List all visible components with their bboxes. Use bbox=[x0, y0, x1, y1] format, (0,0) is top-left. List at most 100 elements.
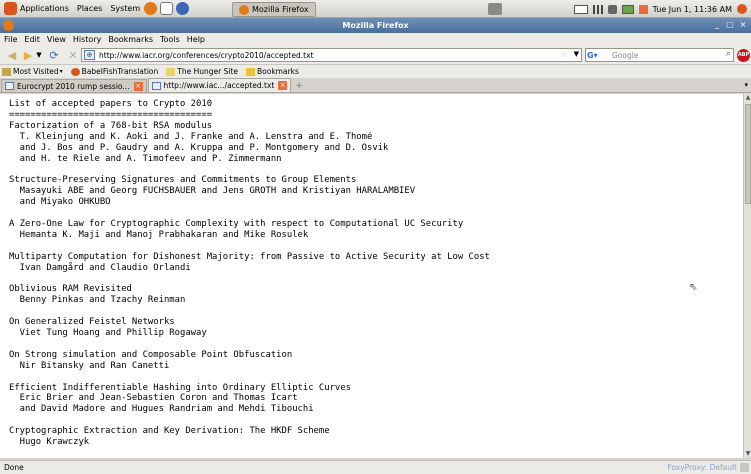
bookmark-label: Most Visited bbox=[13, 67, 59, 76]
search-input[interactable]: Google bbox=[612, 51, 638, 60]
places-menu[interactable]: Places bbox=[73, 0, 106, 18]
url-text[interactable]: http://www.iacr.org/conferences/crypto20… bbox=[99, 51, 313, 60]
document-line: and J. Bos and P. Gaudry and A. Kruppa a… bbox=[9, 142, 389, 153]
clock[interactable]: Tue Jun 1, 11:36 AM bbox=[653, 5, 732, 14]
status-bar: Done FoxyProxy: Default bbox=[0, 460, 751, 474]
document-line: Structure-Preserving Signatures and Comm… bbox=[9, 175, 357, 186]
bookmark-label: BabelFishTranslation bbox=[81, 67, 159, 76]
babelfish-icon bbox=[70, 67, 80, 76]
adblock-plus-icon[interactable]: ABP bbox=[737, 49, 750, 62]
url-dropdown-icon[interactable]: ▼ bbox=[574, 50, 579, 58]
mouse-pointer-icon: ⇖ bbox=[689, 282, 698, 293]
document-line: Factorization of a 768-bit RSA modulus bbox=[9, 120, 213, 131]
scroll-up-icon[interactable]: ▲ bbox=[744, 94, 751, 102]
bookmark-hunger-site[interactable]: The Hunger Site bbox=[166, 67, 238, 76]
document-line: Multiparty Computation for Dishonest Maj… bbox=[9, 251, 490, 262]
resize-grip-icon[interactable] bbox=[740, 463, 749, 472]
menubar: File Edit View History Bookmarks Tools H… bbox=[0, 33, 751, 46]
navigation-toolbar: ◀ ▶ ▼ ⟳ ✕ ⌂ ⊕ http://www.iacr.org/confer… bbox=[0, 46, 751, 65]
mail-icon[interactable] bbox=[573, 4, 588, 14]
document-text: List of accepted papers to Crypto 2010 =… bbox=[0, 94, 743, 448]
page-favicon-icon: ⊕ bbox=[84, 50, 95, 60]
tab-strip: Eurocrypt 2010 rump sessio... × http://w… bbox=[0, 78, 751, 93]
vertical-scrollbar[interactable]: ▲ ▼ bbox=[743, 94, 751, 458]
close-icon[interactable]: × bbox=[738, 20, 748, 30]
document-line: List of accepted papers to Crypto 2010 bbox=[9, 99, 213, 109]
bookmark-babelfish[interactable]: BabelFishTranslation bbox=[70, 67, 159, 76]
bookmark-bookmarks[interactable]: Bookmarks bbox=[246, 67, 299, 76]
applications-menu[interactable]: Applications bbox=[0, 0, 73, 18]
network-signal-icon[interactable] bbox=[592, 4, 603, 14]
calendar-icon[interactable] bbox=[638, 4, 648, 14]
bookmark-most-visited[interactable]: Most Visited ▾ bbox=[2, 67, 63, 76]
volume-icon[interactable] bbox=[607, 4, 617, 14]
tab-favicon-icon bbox=[151, 81, 161, 90]
tab-label: Eurocrypt 2010 rump sessio... bbox=[17, 81, 130, 91]
new-tab-button[interactable]: + bbox=[292, 79, 306, 92]
document-line: Hemanta K. Maji and Manoj Prabhakaran an… bbox=[9, 229, 309, 240]
battery-icon[interactable] bbox=[621, 4, 634, 14]
help-launcher-icon[interactable] bbox=[176, 2, 190, 15]
search-engine-icon[interactable]: G▾ bbox=[587, 49, 609, 61]
shutdown-icon[interactable] bbox=[737, 4, 747, 14]
notification-icon[interactable] bbox=[488, 3, 502, 15]
chevron-down-icon: ▾ bbox=[59, 68, 63, 75]
tab-favicon-icon bbox=[5, 82, 14, 90]
bookmark-star-icon[interactable]: ☆ bbox=[560, 50, 567, 59]
document-line: Oblivious RAM Revisited bbox=[9, 284, 132, 295]
menu-history[interactable]: History bbox=[73, 35, 101, 44]
taskbar-firefox-button[interactable]: Mozilla Firefox bbox=[232, 2, 316, 17]
gnome-foot-icon bbox=[4, 2, 17, 15]
scrollbar-thumb[interactable] bbox=[745, 104, 751, 204]
reload-icon[interactable]: ⟳ bbox=[47, 48, 61, 62]
document-line: Viet Tung Hoang and Phillip Rogaway bbox=[9, 328, 207, 339]
menu-edit[interactable]: Edit bbox=[24, 35, 40, 44]
maximize-icon[interactable]: □ bbox=[725, 20, 735, 30]
folder-icon bbox=[2, 67, 11, 76]
search-icon[interactable]: ⌕ bbox=[726, 49, 731, 59]
document-line: A Zero-One Law for Cryptographic Complex… bbox=[9, 218, 464, 229]
document-line: and H. te Riele and A. Timofeev and P. Z… bbox=[9, 153, 282, 164]
menu-help[interactable]: Help bbox=[187, 35, 205, 44]
mail-launcher-icon[interactable] bbox=[160, 2, 174, 15]
firefox-icon bbox=[239, 4, 249, 15]
forward-button[interactable]: ▶ bbox=[21, 48, 35, 62]
scroll-down-icon[interactable]: ▼ bbox=[744, 450, 751, 458]
window-titlebar[interactable]: Mozilla Firefox _ □ × bbox=[0, 18, 751, 33]
page-content: List of accepted papers to Crypto 2010 =… bbox=[0, 94, 743, 458]
system-menu[interactable]: System bbox=[106, 0, 196, 18]
search-box[interactable]: G▾ Google ⌕ bbox=[585, 48, 734, 62]
document-line: Masayuki ABE and Georg FUCHSBAUER and Je… bbox=[9, 186, 416, 197]
stop-icon[interactable]: ✕ bbox=[66, 48, 80, 62]
url-bar[interactable]: ⊕ http://www.iacr.org/conferences/crypto… bbox=[81, 48, 582, 62]
tab-close-icon[interactable]: × bbox=[278, 81, 288, 90]
system-menu-label: System bbox=[110, 4, 141, 13]
history-dropdown-icon[interactable]: ▼ bbox=[36, 48, 42, 62]
status-text: Done bbox=[4, 463, 24, 472]
document-line: On Strong simulation and Composable Poin… bbox=[9, 349, 293, 360]
document-line: Benny Pinkas and Tzachy Reinman bbox=[9, 295, 186, 306]
tab-close-icon[interactable]: × bbox=[133, 81, 143, 91]
menu-bookmarks[interactable]: Bookmarks bbox=[108, 35, 153, 44]
minimize-icon[interactable]: _ bbox=[712, 20, 722, 30]
document-line: and Miyako OHKUBO bbox=[9, 197, 111, 208]
tab-accepted[interactable]: http://www.iac.../accepted.txt × bbox=[147, 78, 292, 92]
foxyproxy-status[interactable]: FoxyProxy: Default bbox=[667, 463, 737, 472]
tab-eurocrypt[interactable]: Eurocrypt 2010 rump sessio... × bbox=[1, 79, 147, 92]
document-line: Efficient Indifferentiable Hashing into … bbox=[9, 382, 351, 393]
document-line: Ivan Damgård and Claudio Orlandi bbox=[9, 262, 191, 273]
document-line: ====================================== bbox=[9, 109, 213, 120]
firefox-launcher-icon[interactable] bbox=[144, 2, 158, 15]
plus-icon: + bbox=[295, 80, 303, 91]
top-panel: Applications Places System Mozilla Firef… bbox=[0, 0, 751, 18]
document-line: and David Madore and Hugues Randriam and… bbox=[9, 404, 314, 415]
menu-view[interactable]: View bbox=[47, 35, 66, 44]
document-line: T. Kleinjung and K. Aoki and J. Franke a… bbox=[9, 131, 373, 142]
menu-file[interactable]: File bbox=[4, 35, 17, 44]
document-line: Cryptographic Extraction and Key Derivat… bbox=[9, 426, 330, 437]
back-button[interactable]: ◀ bbox=[5, 48, 19, 62]
window-menu-icon[interactable] bbox=[3, 20, 14, 31]
bookmark-label: The Hunger Site bbox=[177, 67, 238, 76]
menu-tools[interactable]: Tools bbox=[160, 35, 180, 44]
tab-list-dropdown-icon[interactable]: ▾ bbox=[744, 81, 748, 89]
